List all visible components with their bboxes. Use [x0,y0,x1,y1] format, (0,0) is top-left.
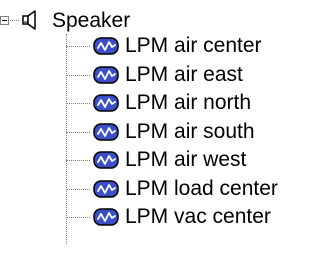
tree-node-child[interactable]: LPM air north [0,91,332,119]
tree-node-label: LPM air west [125,148,247,171]
tree-node-label: LPM air east [125,62,243,86]
tree-node-child[interactable]: LPM air south [0,120,332,148]
lpm-device-icon [93,94,119,112]
speaker-icon [22,10,36,30]
tree-node-child[interactable]: LPM vac center [0,205,332,233]
tree-node-label: LPM air south [125,119,255,143]
tree-connector [66,217,90,218]
tree-node-child[interactable]: LPM air west [0,148,332,176]
tree-view: Speaker LPM air center LPM air east LPM ai… [0,0,332,273]
tree-node-label: LPM load center [125,176,278,200]
tree-node-child[interactable]: LPM load center [0,177,332,205]
tree-node-label: LPM vac center [125,205,271,228]
tree-node-speaker[interactable]: Speaker [0,6,332,34]
lpm-device-icon [93,122,119,141]
tree-connector [66,103,90,104]
lpm-device-icon [93,151,119,169]
lpm-device-icon [93,208,119,226]
tree-connector [66,131,90,133]
collapse-toggle[interactable] [0,16,9,25]
tree-node-label: LPM air north [125,91,252,114]
lpm-device-icon [93,179,119,198]
tree-connector [66,46,90,47]
tree-connector [66,188,90,190]
tree-connector [66,160,90,161]
tree-connector [10,20,19,21]
tree-connector [66,74,90,76]
lpm-device-icon [93,37,119,55]
tree-node-child[interactable]: LPM air east [0,63,332,91]
tree-node-child[interactable]: LPM air center [0,34,332,62]
tree-node-label: Speaker [52,9,131,32]
lpm-device-icon [93,65,119,84]
tree-node-label: LPM air center [125,34,262,57]
